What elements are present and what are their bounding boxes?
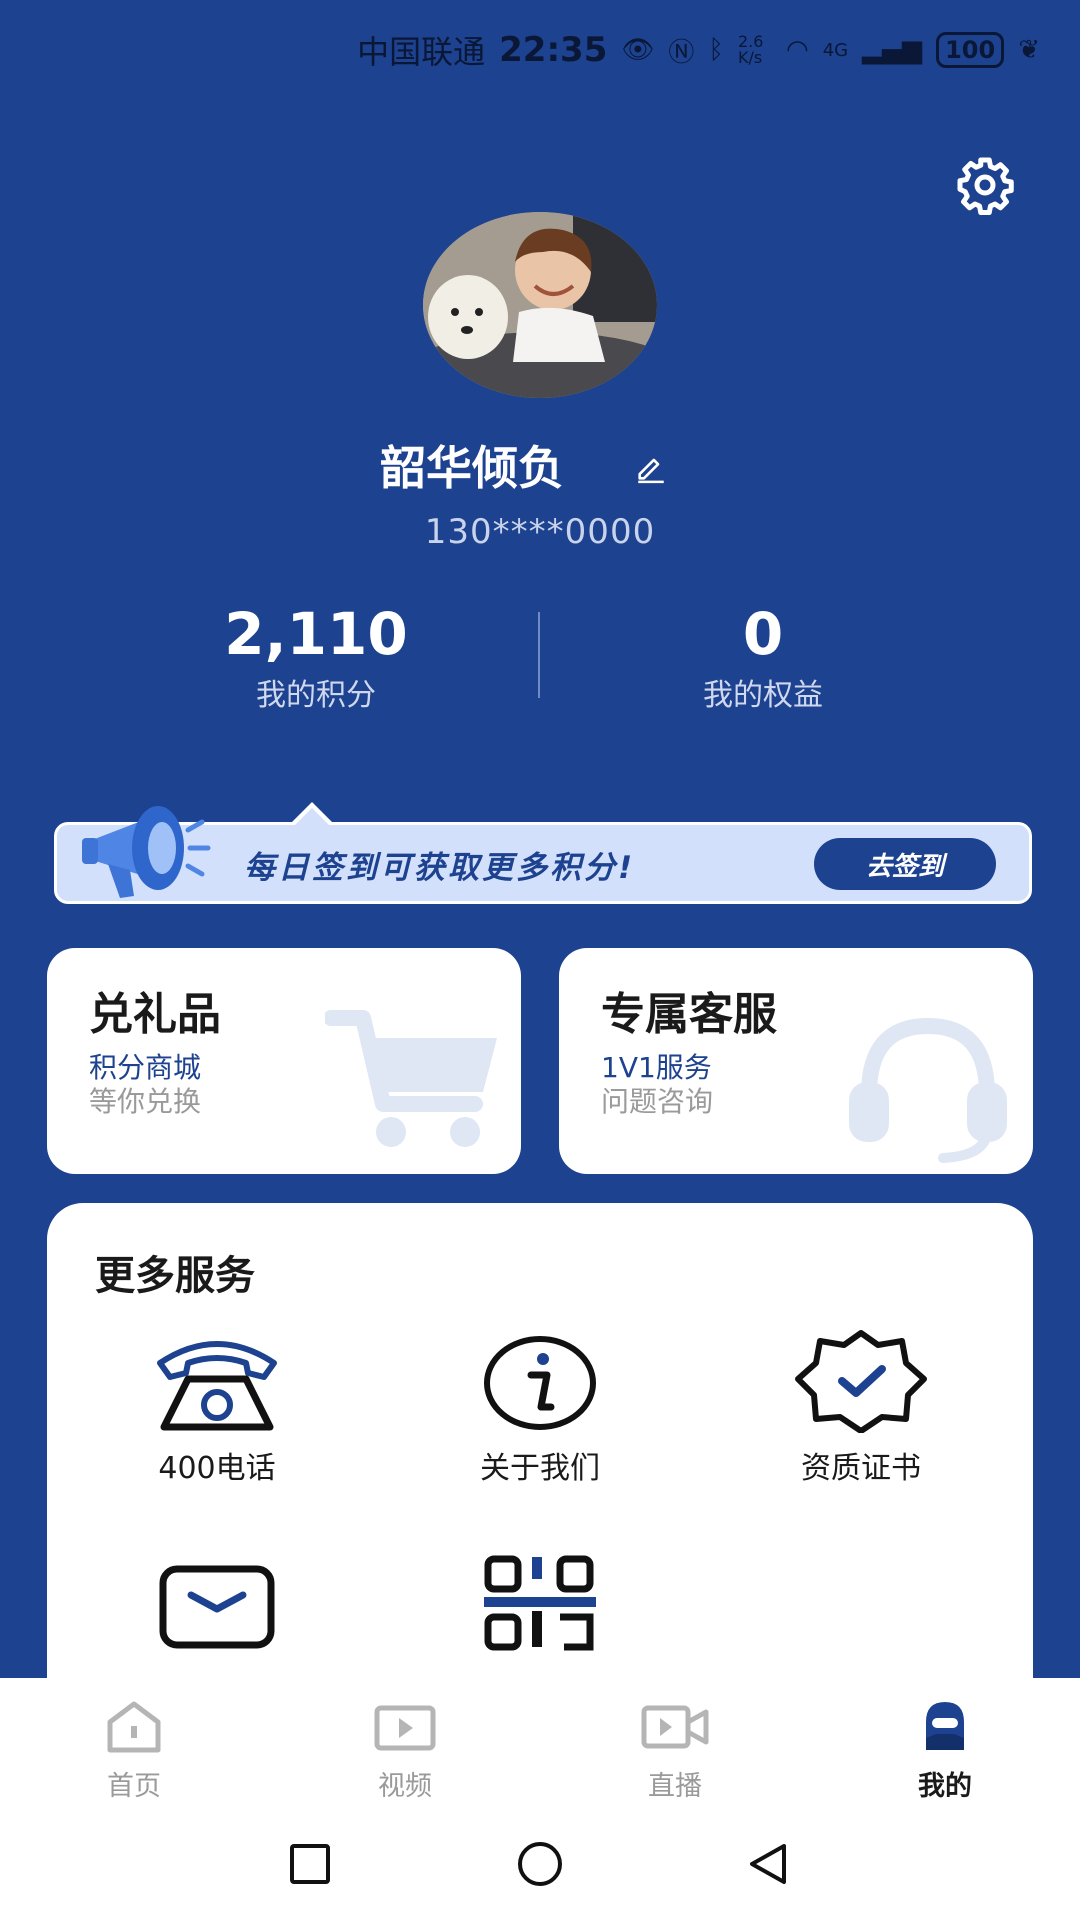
home-icon — [107, 1701, 161, 1753]
cart-icon — [325, 1010, 497, 1147]
service-about-label: 关于我们 — [480, 1451, 600, 1486]
megaphone-icon — [82, 806, 211, 898]
edit-icon[interactable] — [634, 450, 668, 484]
network-speed: 2.6 K/s — [738, 32, 764, 67]
info-icon — [484, 1336, 596, 1430]
leaf-icon: ❦ — [1018, 35, 1040, 65]
service-phone-label: 400电话 — [158, 1451, 276, 1486]
certificate-badge-icon — [795, 1330, 927, 1433]
mail-icon — [159, 1565, 275, 1649]
points-value: 2,110 — [224, 600, 408, 668]
phone-number: 130****0000 — [424, 512, 656, 552]
status-bar: 中国联通 22:35 👁 Ⓝ ᛒ 2.6 K/s ◠ 4G ▂▄▆ 100 ❦ — [0, 0, 1080, 100]
gift-card[interactable]: 兑礼品 积分商城 等你兑换 — [47, 948, 521, 1174]
back-nav-icon[interactable] — [744, 1840, 792, 1888]
telephone-icon — [157, 1341, 277, 1431]
gear-icon[interactable] — [955, 155, 1015, 215]
service-mail[interactable] — [97, 1563, 337, 1653]
avatar-photo — [423, 212, 657, 398]
service-about[interactable]: 关于我们 — [420, 1333, 660, 1487]
service-phone[interactable]: 400电话 — [97, 1333, 337, 1487]
wifi-icon: ◠ — [786, 35, 809, 65]
checkin-message: 每日签到可获取更多积分! — [244, 850, 636, 886]
signal-icon: ▂▄▆ — [862, 35, 923, 65]
service-card-line2: 问题咨询 — [601, 1085, 714, 1118]
service-qrcode[interactable] — [420, 1553, 660, 1653]
username: 韶华倾负 — [380, 441, 564, 495]
points-stat[interactable]: 2,110 我的积分 — [186, 600, 446, 714]
more-services-title: 更多服务 — [95, 1253, 255, 1299]
qr-code-icon — [484, 1555, 596, 1651]
rights-label: 我的权益 — [703, 678, 823, 713]
home-nav-icon[interactable] — [516, 1840, 564, 1888]
recent-apps-icon[interactable] — [288, 1842, 332, 1886]
battery-indicator: 100 — [936, 32, 1005, 68]
rights-value: 0 — [742, 600, 784, 668]
nfc-icon: Ⓝ — [668, 37, 695, 68]
service-certificate-label: 资质证书 — [801, 1451, 921, 1486]
tab-video-label: 视频 — [378, 1771, 432, 1802]
bluetooth-icon: ᛒ — [708, 35, 724, 65]
banner-notch-inner — [294, 808, 330, 826]
tab-bar: 首页 视频 直播 我的 — [0, 1678, 1080, 1920]
avatar[interactable] — [423, 212, 657, 398]
points-label: 我的积分 — [256, 678, 376, 713]
headset-icon — [849, 1017, 1007, 1163]
rights-stat[interactable]: 0 我的权益 — [633, 600, 893, 714]
clock: 22:35 — [499, 30, 608, 70]
tab-mine[interactable]: 我的 — [875, 1700, 1015, 1803]
checkin-button[interactable]: 去签到 — [814, 838, 996, 890]
network-type: 4G — [822, 39, 849, 61]
profile-icon — [926, 1702, 964, 1750]
more-services-panel: 更多服务 400电话 关于我们 资质证书 — [47, 1203, 1033, 1703]
gift-card-title: 兑礼品 — [89, 989, 221, 1040]
gift-card-line2: 等你兑换 — [89, 1085, 202, 1118]
video-icon — [374, 1705, 436, 1751]
carrier-name: 中国联通 — [357, 33, 486, 71]
service-card[interactable]: 专属客服 1V1服务 问题咨询 — [559, 948, 1033, 1174]
tab-home[interactable]: 首页 — [64, 1700, 204, 1803]
service-certificate[interactable]: 资质证书 — [741, 1329, 981, 1487]
tab-live[interactable]: 直播 — [605, 1700, 745, 1803]
eye-icon: 👁 — [621, 35, 655, 65]
service-card-title: 专属客服 — [601, 989, 777, 1040]
tab-mine-label: 我的 — [918, 1771, 972, 1802]
tab-live-label: 直播 — [648, 1771, 702, 1802]
tab-video[interactable]: 视频 — [335, 1700, 475, 1803]
stat-divider — [538, 612, 540, 698]
tab-home-label: 首页 — [107, 1771, 161, 1802]
live-camera-icon — [641, 1705, 709, 1749]
